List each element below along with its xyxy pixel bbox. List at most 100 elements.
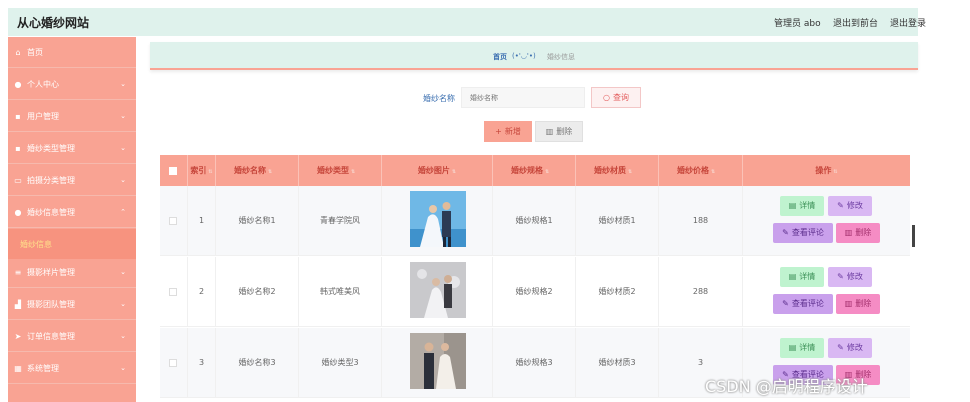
cell-type: 青春学院风 [299, 186, 382, 256]
table-row: 1 婚纱名称1 青春学院风 婚纱规格1 婚纱材质1 188 ▤ 详情 ✎ 修改 … [160, 186, 910, 256]
delete-button[interactable]: ▥ 删除 [836, 294, 880, 314]
cell-index: 3 [188, 328, 216, 398]
admin-user-label: 管理员 abo [774, 19, 821, 29]
breadcrumb-current: 婚纱信息 [547, 53, 575, 61]
cell-price: 188 [659, 186, 743, 256]
search-label: 婚纱名称 [423, 94, 455, 103]
chevron-up-icon: ⌃ [120, 208, 126, 216]
sort-icon: ⇅ [628, 169, 633, 175]
sidebar-item-shoot-categories[interactable]: ▭ 拍摄分类管理 ⌄ [8, 165, 136, 196]
page-scrollbar[interactable] [912, 225, 915, 247]
dress-photo [410, 191, 466, 247]
search-icon: ○ [603, 93, 610, 102]
grid-icon: ▦ [14, 363, 22, 373]
select-all-checkbox[interactable] [169, 167, 177, 175]
delete-button[interactable]: ▥ 删除 [836, 223, 880, 243]
add-button[interactable]: + 新增 [484, 121, 532, 142]
message-icon: ▭ [14, 175, 22, 185]
view-reviews-button[interactable]: ✎ 查看评论 [773, 223, 833, 243]
send-icon: ➤ [14, 331, 22, 341]
breadcrumb-separator: (•'◡'•) [512, 52, 536, 60]
sidebar-item-label: 系统管理 [27, 363, 59, 373]
batch-delete-label: 删除 [556, 127, 573, 136]
row-checkbox[interactable] [169, 359, 177, 367]
cell-image [382, 328, 493, 398]
cell-material: 婚纱材质2 [576, 257, 659, 327]
cell-name: 婚纱名称3 [216, 328, 299, 398]
chevron-down-icon: ⌄ [120, 332, 126, 340]
row-checkbox-cell [160, 257, 188, 327]
plus-icon: + [495, 127, 502, 136]
sidebar-item-dress-types[interactable]: ▪ 婚纱类型管理 ⌄ [8, 133, 136, 164]
row-checkbox-cell [160, 328, 188, 398]
cell-actions: ▤ 详情 ✎ 修改 ✎ 查看评论 ▥ 删除 [743, 186, 910, 256]
cell-actions: ▤ 详情 ✎ 修改 ✎ 查看评论 ▥ 删除 [743, 257, 910, 327]
sidebar-item-home[interactable]: ⌂ 首页 [8, 37, 136, 68]
cell-material: 婚纱材质1 [576, 186, 659, 256]
chevron-down-icon: ⌄ [120, 364, 126, 372]
dress-name-search-input[interactable] [461, 87, 585, 108]
column-header-material[interactable]: 婚纱材质 ⇅ [576, 155, 659, 186]
sort-icon: ⇅ [711, 169, 716, 175]
row-checkbox-cell [160, 186, 188, 256]
cell-index: 2 [188, 257, 216, 327]
row-checkbox[interactable] [169, 217, 177, 225]
sort-icon: ⇅ [208, 169, 213, 175]
chevron-down-icon: ⌄ [120, 112, 126, 120]
cell-name: 婚纱名称2 [216, 257, 299, 327]
sidebar-item-label: 摄影样片管理 [27, 267, 75, 277]
table-header: 索引 ⇅ 婚纱名称 ⇅ 婚纱类型 ⇅ 婚纱图片 ⇅ 婚纱规格 ⇅ 婚纱材质 ⇅ 婚纱价格 ⇅ … [160, 155, 910, 186]
sidebar-item-label: 个人中心 [27, 79, 59, 89]
sidebar-item-profile[interactable]: ● 个人中心 ⌄ [8, 69, 136, 100]
column-header-name[interactable]: 婚纱名称 ⇅ [216, 155, 299, 186]
chart-icon: ▟ [14, 299, 22, 309]
sidebar-item-system[interactable]: ▦ 系统管理 ⌄ [8, 353, 136, 384]
select-all-cell [160, 155, 188, 186]
trash-icon: ▥ [545, 127, 554, 136]
cell-price: 288 [659, 257, 743, 327]
sidebar-item-label: 婚纱类型管理 [27, 143, 75, 153]
view-reviews-button[interactable]: ✎ 查看评论 [773, 294, 833, 314]
chevron-down-icon: ⌄ [120, 268, 126, 276]
main-content: 首页 (•'◡'•) 婚纱信息 婚纱名称 ○ 查询 + 新增 ▥ 删除 索引⇅ … [150, 42, 918, 402]
sidebar-subitem-dress-info[interactable]: 婚纱信息 [8, 229, 136, 259]
card-icon: ▪ [15, 143, 21, 153]
cell-index: 1 [188, 186, 216, 256]
breadcrumb-home[interactable]: 首页 [493, 52, 507, 62]
sidebar: ⌂ 首页 ● 个人中心 ⌄ ▪ 用户管理 ⌄ ▪ 婚纱类型管理 ⌄ ▭ 拍摄分类… [8, 37, 136, 402]
batch-delete-button[interactable]: ▥ 删除 [535, 121, 583, 142]
sort-icon: ⇅ [451, 169, 457, 175]
sort-icon: ⇅ [268, 169, 273, 175]
sidebar-item-label: 首页 [27, 47, 43, 57]
cell-type: 婚纱类型3 [299, 328, 382, 398]
site-title: 从心婚纱网站 [17, 16, 90, 30]
home-icon: ⌂ [15, 47, 21, 57]
user-card-icon: ▪ [15, 111, 21, 121]
sidebar-item-photo-team[interactable]: ▟ 摄影团队管理 ⌄ [8, 289, 136, 320]
row-checkbox[interactable] [169, 288, 177, 296]
search-button[interactable]: ○ 查询 [591, 87, 641, 108]
list-icon: ≡ [14, 267, 22, 277]
sidebar-item-label: 摄影团队管理 [27, 299, 75, 309]
sidebar-item-sample-photos[interactable]: ≡ 摄影样片管理 ⌄ [8, 257, 136, 288]
logout-link[interactable]: 退出登录 [890, 16, 926, 29]
column-header-image[interactable]: 婚纱图片 ⇅ [382, 155, 493, 186]
column-header-spec[interactable]: 婚纱规格 ⇅ [493, 155, 576, 186]
sidebar-item-label: 用户管理 [27, 111, 59, 121]
sidebar-item-users[interactable]: ▪ 用户管理 ⌄ [8, 101, 136, 132]
cell-image [382, 186, 493, 256]
sidebar-item-dress-info[interactable]: ● 婚纱信息管理 ⌃ [8, 197, 136, 228]
column-header-index[interactable]: 索引 ⇅ [188, 155, 216, 186]
person-icon: ● [14, 79, 22, 89]
top-bar: 从心婚纱网站 管理员 abo 退出到前台 退出登录 [8, 8, 926, 36]
column-header-price[interactable]: 婚纱价格 ⇅ [659, 155, 743, 186]
back-to-frontend-link[interactable]: 退出到前台 [833, 16, 878, 29]
column-header-type[interactable]: 婚纱类型 ⇅ [299, 155, 382, 186]
sidebar-item-label: 拍摄分类管理 [27, 175, 75, 185]
chevron-down-icon: ⌄ [120, 80, 126, 88]
breadcrumb: 首页 (•'◡'•) 婚纱信息 [150, 42, 918, 70]
dress-photo [410, 333, 466, 389]
sidebar-item-orders[interactable]: ➤ 订单信息管理 ⌄ [8, 321, 136, 352]
chevron-down-icon: ⌄ [120, 144, 126, 152]
chevron-down-icon: ⌄ [120, 176, 126, 184]
